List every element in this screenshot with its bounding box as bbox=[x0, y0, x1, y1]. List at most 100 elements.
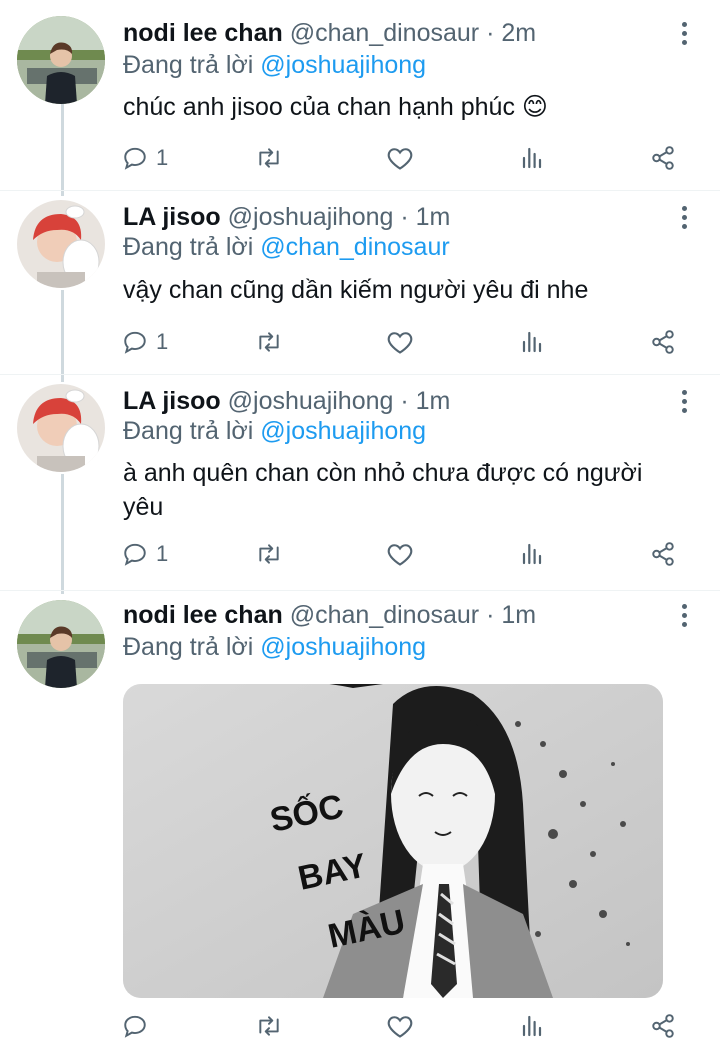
analytics-button[interactable] bbox=[520, 534, 544, 574]
reply-mention-link[interactable]: @joshuajihong bbox=[260, 417, 426, 445]
replying-to-label: Đang trả lời bbox=[123, 51, 254, 79]
heart-icon bbox=[387, 1016, 413, 1038]
retweet-button[interactable] bbox=[254, 1006, 284, 1046]
share-button[interactable] bbox=[650, 1006, 676, 1046]
replying-to: Đang trả lời @joshuajihong bbox=[123, 50, 426, 80]
retweet-button[interactable] bbox=[254, 138, 284, 178]
heart-icon bbox=[387, 332, 413, 354]
user-avatar-photo-icon bbox=[17, 600, 105, 688]
analytics-icon bbox=[522, 147, 542, 169]
retweet-icon bbox=[259, 148, 279, 168]
replying-to-label: Đang trả lời bbox=[123, 233, 254, 261]
display-name[interactable]: LA jisoo bbox=[123, 387, 221, 415]
display-name[interactable]: nodi lee chan bbox=[123, 19, 283, 47]
timestamp[interactable]: 1m bbox=[501, 601, 536, 629]
more-button[interactable] bbox=[672, 386, 696, 416]
analytics-button[interactable] bbox=[520, 1006, 544, 1046]
user-handle[interactable]: @chan_dinosaur bbox=[290, 19, 479, 47]
analytics-icon bbox=[522, 543, 542, 565]
user-handle[interactable]: @joshuajihong bbox=[228, 387, 394, 415]
like-button[interactable] bbox=[386, 534, 414, 574]
replying-to: Đang trả lời @joshuajihong bbox=[123, 416, 426, 446]
user-avatar-photo-icon bbox=[17, 384, 105, 472]
tweet-text: vậy chan cũng dần kiếm người yêu đi nhe bbox=[123, 276, 589, 304]
display-name[interactable]: nodi lee chan bbox=[123, 601, 283, 629]
analytics-icon bbox=[522, 1015, 542, 1037]
avatar[interactable] bbox=[17, 200, 105, 288]
more-icon bbox=[681, 205, 687, 211]
action-bar bbox=[0, 1006, 720, 1046]
heart-icon bbox=[387, 544, 413, 566]
timestamp[interactable]: 2m bbox=[501, 19, 536, 47]
tweet-header: LA jisoo @joshuajihong · 1m bbox=[123, 202, 450, 232]
analytics-icon bbox=[522, 331, 542, 353]
share-icon bbox=[652, 1014, 674, 1038]
share-icon bbox=[652, 146, 674, 170]
separator-dot: · bbox=[486, 601, 495, 629]
manga-panel-image: SỐC BAY MÀU bbox=[123, 684, 663, 998]
reply-icon bbox=[124, 331, 146, 354]
media-image[interactable]: SỐC BAY MÀU bbox=[123, 684, 663, 998]
separator-dot: · bbox=[400, 387, 409, 415]
like-button[interactable] bbox=[386, 1006, 414, 1046]
share-button[interactable] bbox=[650, 138, 676, 178]
reply-button[interactable]: 1 bbox=[122, 322, 168, 362]
retweet-icon bbox=[259, 332, 279, 352]
more-button[interactable] bbox=[672, 202, 696, 232]
tweet-header: LA jisoo @joshuajihong · 1m bbox=[123, 386, 450, 416]
action-bar: 1 bbox=[0, 534, 720, 574]
user-avatar-photo-icon bbox=[17, 16, 105, 104]
share-button[interactable] bbox=[650, 322, 676, 362]
reply-count: 1 bbox=[156, 541, 169, 566]
reply-mention-link[interactable]: @joshuajihong bbox=[260, 633, 426, 661]
reply-icon bbox=[124, 1015, 146, 1038]
separator-dot: · bbox=[486, 19, 495, 47]
replying-to: Đang trả lời @chan_dinosaur bbox=[123, 232, 450, 262]
like-button[interactable] bbox=[386, 138, 414, 178]
reply-count: 1 bbox=[156, 329, 169, 354]
separator-dot: · bbox=[400, 203, 409, 231]
user-handle[interactable]: @chan_dinosaur bbox=[290, 601, 479, 629]
retweet-button[interactable] bbox=[254, 322, 284, 362]
tweet-header: nodi lee chan @chan_dinosaur · 1m bbox=[123, 600, 536, 630]
reply-button[interactable]: 1 bbox=[122, 534, 168, 574]
share-icon bbox=[652, 330, 674, 354]
tweet-text: à anh quên chan còn nhỏ chưa được có ngư… bbox=[123, 459, 643, 521]
like-button[interactable] bbox=[386, 322, 414, 362]
avatar[interactable] bbox=[17, 16, 105, 104]
replying-to: Đang trả lời @joshuajihong bbox=[123, 632, 426, 662]
display-name[interactable]: LA jisoo bbox=[123, 203, 221, 231]
reply-button[interactable] bbox=[122, 1006, 156, 1046]
tweet-header: nodi lee chan @chan_dinosaur · 2m bbox=[123, 18, 536, 48]
more-icon bbox=[681, 389, 687, 395]
timestamp[interactable]: 1m bbox=[416, 387, 451, 415]
retweet-button[interactable] bbox=[254, 534, 284, 574]
action-bar: 1 bbox=[0, 138, 720, 178]
avatar[interactable] bbox=[17, 600, 105, 688]
tweet[interactable]: LA jisoo @joshuajihong · 1m Đang trả lời… bbox=[0, 374, 720, 590]
tweet-text: chúc anh jisoo của chan hạnh phúc 😊 bbox=[123, 93, 548, 121]
tweet[interactable]: nodi lee chan @chan_dinosaur · 2m Đang t… bbox=[0, 0, 720, 190]
user-handle[interactable]: @joshuajihong bbox=[228, 203, 394, 231]
share-button[interactable] bbox=[650, 534, 676, 574]
reply-icon bbox=[124, 147, 146, 170]
tweet[interactable]: nodi lee chan @chan_dinosaur · 1m Đang t… bbox=[0, 590, 720, 1055]
more-button[interactable] bbox=[672, 18, 696, 48]
analytics-button[interactable] bbox=[520, 138, 544, 178]
replying-to-label: Đang trả lời bbox=[123, 633, 254, 661]
retweet-icon bbox=[259, 544, 279, 564]
retweet-icon bbox=[259, 1016, 279, 1036]
reply-count: 1 bbox=[156, 145, 169, 170]
reply-icon bbox=[124, 543, 146, 566]
tweet[interactable]: LA jisoo @joshuajihong · 1m Đang trả lời… bbox=[0, 190, 720, 374]
reply-button[interactable]: 1 bbox=[122, 138, 168, 178]
avatar[interactable] bbox=[17, 384, 105, 472]
more-button[interactable] bbox=[672, 600, 696, 630]
action-bar: 1 bbox=[0, 322, 720, 362]
heart-icon bbox=[387, 148, 413, 170]
analytics-button[interactable] bbox=[520, 322, 544, 362]
reply-mention-link[interactable]: @joshuajihong bbox=[260, 51, 426, 79]
share-icon bbox=[652, 542, 674, 566]
reply-mention-link[interactable]: @chan_dinosaur bbox=[260, 233, 449, 261]
timestamp[interactable]: 1m bbox=[416, 203, 451, 231]
